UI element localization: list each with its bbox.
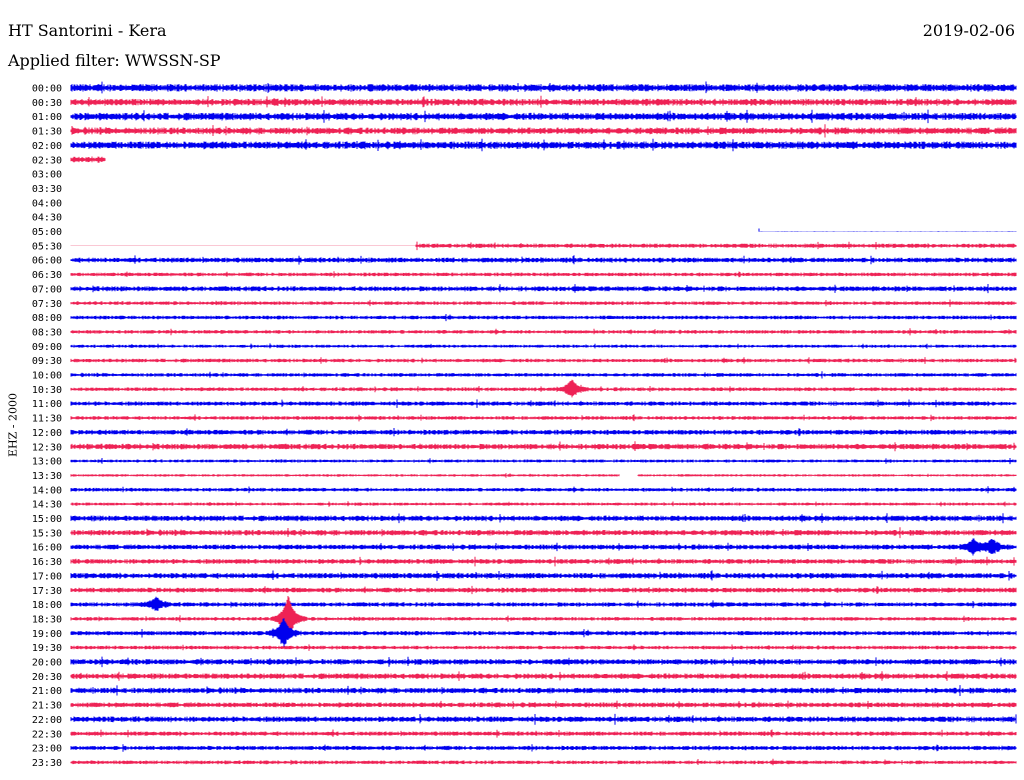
trace-1300 (70, 458, 1017, 465)
trace-1530 (70, 527, 1017, 539)
trace-0230 (70, 156, 106, 163)
seismogram-page: HT Santorini - Kera 2019-02-06 Applied f… (0, 0, 1024, 780)
trace-1930 (70, 644, 1017, 651)
trace-1830 (70, 596, 1017, 638)
trace-1900 (70, 618, 1017, 648)
trace-0730 (70, 299, 1017, 307)
time-tick-label: 12:00 (32, 428, 62, 439)
time-tick-label: 11:30 (32, 414, 62, 425)
time-tick-label: 15:30 (32, 528, 62, 539)
time-tick-label: 23:30 (32, 758, 62, 769)
trace-0930 (70, 357, 1017, 364)
time-tick-label: 01:00 (32, 112, 62, 123)
trace-2200 (70, 713, 1017, 725)
trace-0800 (70, 314, 1017, 322)
trace-1700 (70, 570, 1017, 581)
trace-0830 (70, 328, 1017, 336)
time-tick-label: 17:30 (32, 586, 62, 597)
time-tick-label: 03:00 (32, 170, 62, 181)
trace-0000 (70, 81, 1017, 94)
trace-0100 (70, 109, 1017, 124)
time-tick-label: 02:00 (32, 141, 62, 152)
time-tick-label: 07:30 (32, 299, 62, 310)
trace-2100 (70, 685, 1017, 696)
time-tick-label: 22:30 (32, 729, 62, 740)
trace-1800 (70, 596, 1017, 611)
time-tick-label: 21:30 (32, 701, 62, 712)
trace-0030 (70, 95, 1017, 108)
trace-1000 (70, 371, 1017, 379)
time-tick-label: 20:30 (32, 672, 62, 683)
time-tick-label: 19:00 (32, 629, 62, 640)
time-tick-label: 05:00 (32, 227, 62, 238)
time-tick-label: 10:30 (32, 385, 62, 396)
trace-1230 (70, 441, 1017, 452)
trace-0130 (70, 124, 1017, 138)
time-tick-label: 15:00 (32, 514, 62, 525)
time-tick-label: 06:00 (32, 256, 62, 267)
time-tick-label: 14:00 (32, 485, 62, 496)
time-tick-label: 20:00 (32, 658, 62, 669)
time-tick-label: 16:00 (32, 543, 62, 554)
time-tick-label: 21:00 (32, 686, 62, 697)
time-tick-label: 08:30 (32, 327, 62, 338)
trace-1100 (70, 399, 1017, 408)
trace-1430 (70, 501, 1017, 507)
trace-2030 (70, 671, 1017, 681)
trace-1630 (70, 556, 1017, 567)
trace-1330 (637, 473, 1017, 477)
trace-0600 (70, 255, 1017, 265)
time-tick-label: 00:30 (32, 98, 62, 109)
trace-1500 (70, 513, 1017, 524)
time-tick-label: 13:00 (32, 457, 62, 468)
time-tick-label: 22:00 (32, 715, 62, 726)
trace-1200 (70, 428, 1017, 437)
time-tick-label: 17:00 (32, 571, 62, 582)
trace-0200 (70, 138, 1017, 152)
trace-1330 (70, 473, 620, 478)
trace-2130 (70, 700, 1017, 709)
trace-1030 (70, 379, 1017, 398)
time-tick-label: 09:00 (32, 342, 62, 353)
time-tick-label: 03:30 (32, 184, 62, 195)
time-tick-label: 04:00 (32, 198, 62, 209)
trace-0700 (70, 284, 1017, 294)
trace-1600 (70, 538, 1017, 556)
trace-0500 (758, 231, 1017, 232)
time-tick-label: 23:00 (32, 744, 62, 755)
time-tick-label: 02:30 (32, 155, 62, 166)
time-tick-label: 04:30 (32, 213, 62, 224)
trace-2330 (70, 758, 1017, 766)
time-tick-label: 00:00 (32, 84, 62, 95)
trace-2300 (70, 744, 1017, 752)
time-tick-label: 16:30 (32, 557, 62, 568)
time-tick-label: 18:30 (32, 614, 62, 625)
trace-1130 (70, 414, 1017, 422)
trace-2230 (70, 729, 1017, 738)
trace-2000 (70, 656, 1017, 668)
time-tick-label: 19:30 (32, 643, 62, 654)
time-tick-label: 11:00 (32, 399, 62, 410)
trace-0530 (70, 241, 1017, 251)
time-tick-label: 09:30 (32, 356, 62, 367)
time-tick-label: 08:00 (32, 313, 62, 324)
time-tick-label: 01:30 (32, 127, 62, 138)
time-tick-label: 06:30 (32, 270, 62, 281)
time-tick-label: 10:00 (32, 371, 62, 382)
trace-1400 (70, 486, 1017, 494)
trace-0630 (70, 271, 1017, 278)
time-tick-label: 13:30 (32, 471, 62, 482)
seismogram-chart: 00:00 00:30 01:00 01:30 02:00 02:30 03:00 03:30… (32, 81, 1017, 769)
time-tick-label: 18:00 (32, 600, 62, 611)
time-tick-label: 12:30 (32, 442, 62, 453)
time-tick-label: 14:30 (32, 500, 62, 511)
time-tick-label: 05:30 (32, 241, 62, 252)
time-tick-label: 07:00 (32, 284, 62, 295)
trace-0900 (70, 343, 1017, 349)
trace-1730 (70, 585, 1017, 595)
